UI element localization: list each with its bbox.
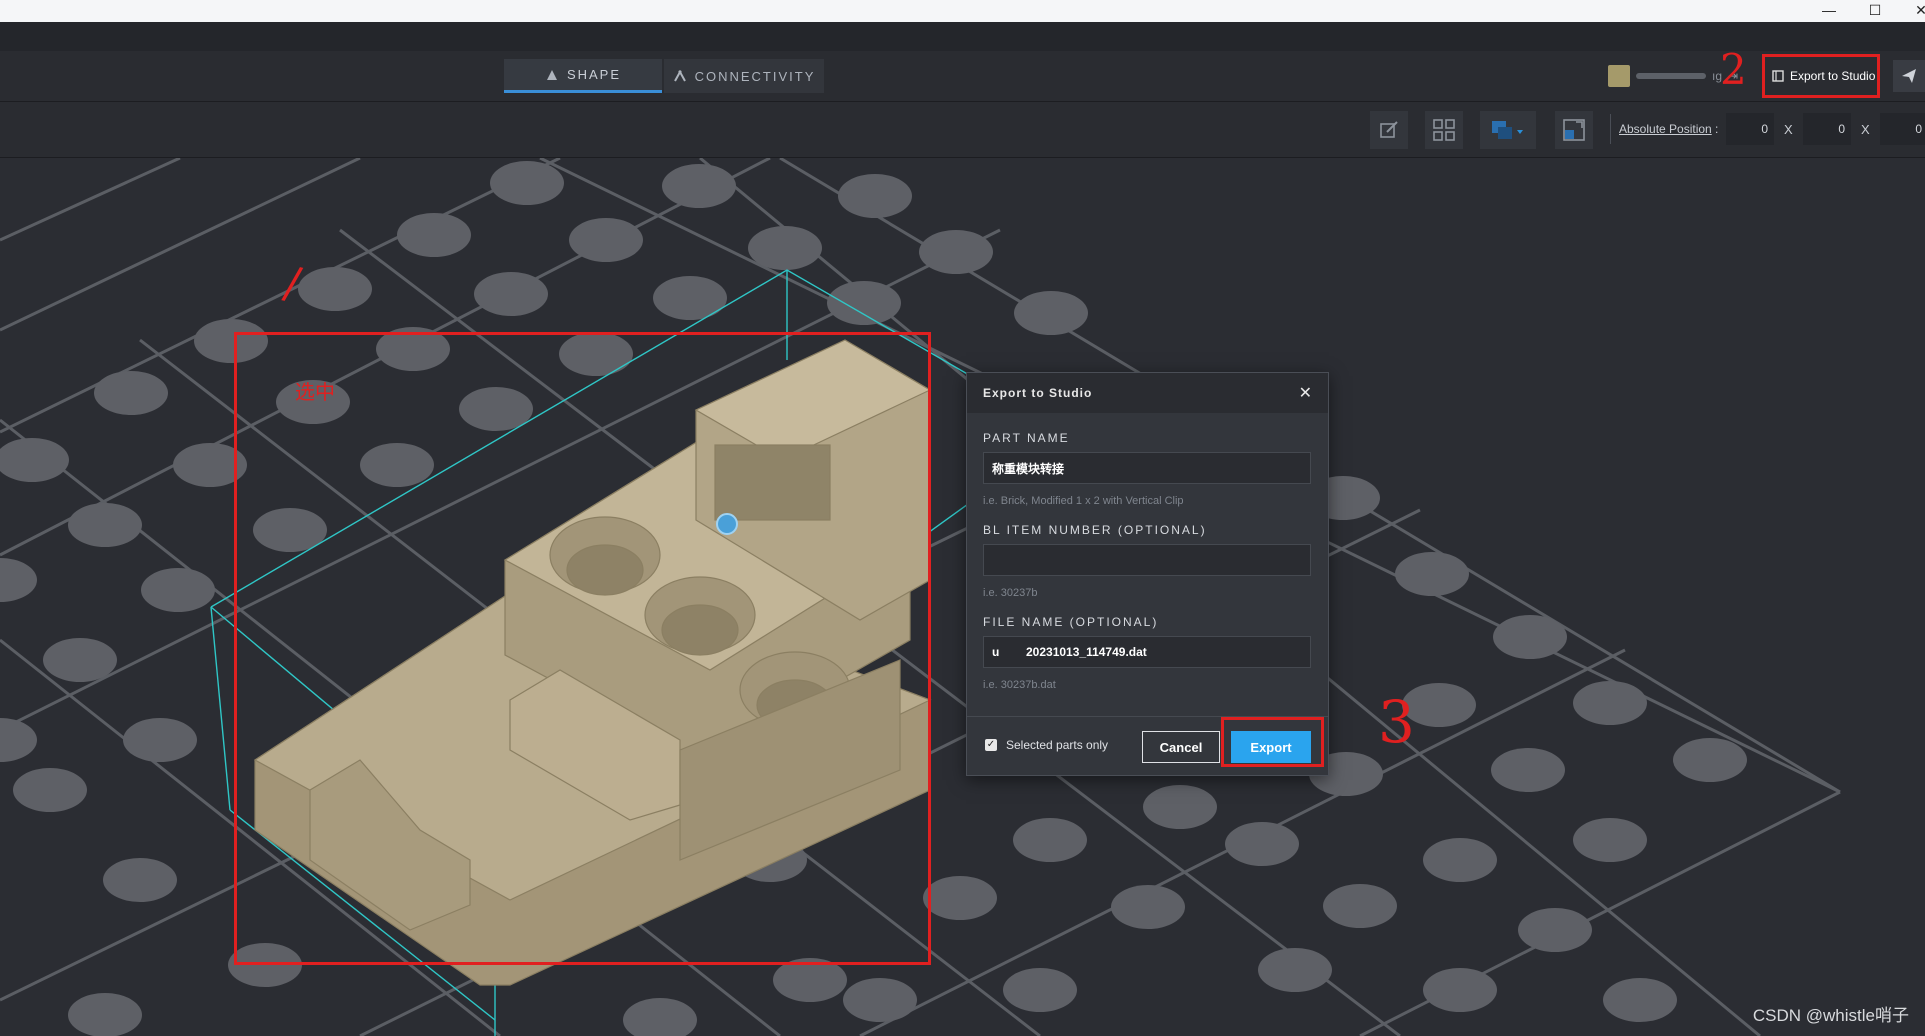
send-icon [1902, 69, 1916, 83]
selected-only-checkbox[interactable]: ✓ [985, 739, 997, 751]
fit-view-button[interactable] [1555, 111, 1593, 149]
maximize-button[interactable]: ☐ [1852, 0, 1898, 22]
annotation-box-selection [234, 332, 931, 965]
part-name-label: PART NAME [983, 431, 1070, 445]
edit-icon [1380, 121, 1398, 138]
tab-shape[interactable]: SHAPE [504, 59, 662, 93]
user-area: ıg ⇥ [1608, 65, 1738, 87]
grid-view-button[interactable] [1425, 111, 1463, 149]
window-titlebar: — ☐ ✕ [0, 0, 1925, 22]
file-name-input[interactable]: u 20231013_114749.dat [983, 636, 1311, 668]
part-name-hint: i.e. Brick, Modified 1 x 2 with Vertical… [983, 495, 1184, 507]
selected-only-label[interactable]: Selected parts only [1006, 738, 1108, 752]
watermark: CSDN @whistle哨子 [1752, 1006, 1909, 1025]
position-y-input[interactable]: 0 [1803, 113, 1851, 145]
annotation-box-export-dialog-button [1221, 717, 1324, 767]
avatar[interactable] [1608, 65, 1630, 87]
bl-item-label: BL ITEM NUMBER (OPTIONAL) [983, 523, 1207, 537]
minimize-button[interactable]: — [1806, 0, 1852, 22]
tab-connectivity-label: CONNECTIVITY [694, 68, 816, 84]
bl-item-input[interactable] [983, 544, 1311, 576]
menu-strip [0, 22, 1925, 52]
layers-icon [1492, 121, 1523, 139]
annotation-mark-3: 3 [1378, 688, 1415, 756]
dialog-header: Export to Studio ✕ [967, 373, 1328, 413]
absolute-position-label[interactable]: Absolute Position [1619, 122, 1712, 136]
tab-connectivity[interactable]: CONNECTIVITY [664, 59, 824, 93]
annotation-mark-2: 2 [1720, 45, 1747, 94]
annotation-box-export-button [1762, 54, 1880, 98]
edit-tool-button[interactable] [1370, 111, 1408, 149]
toolbar-divider [1610, 114, 1611, 144]
tab-shape-label: SHAPE [566, 67, 622, 82]
part-name-input[interactable]: 称重模块转接 [983, 452, 1311, 484]
annotation-selected-label: 选中 [295, 380, 335, 404]
cancel-button[interactable]: Cancel [1142, 731, 1220, 763]
grid-icon [1433, 119, 1455, 141]
top-bar: SHAPE CONNECTIVITY ıg ⇥ Export to Studio [0, 51, 1925, 102]
file-name-hint: i.e. 30237b.dat [983, 679, 1056, 691]
bl-item-hint: i.e. 30237b [983, 587, 1038, 599]
username-redacted [1636, 73, 1706, 79]
export-dialog: Export to Studio ✕ PART NAME 称重模块转接 i.e.… [966, 372, 1329, 776]
connectivity-icon [673, 70, 686, 82]
close-icon[interactable]: ✕ [1299, 383, 1312, 403]
position-separator-2: X [1861, 122, 1870, 137]
position-z-input[interactable]: 0 [1880, 113, 1925, 145]
position-x-input[interactable]: 0 [1726, 113, 1774, 145]
file-name-label: FILE NAME (OPTIONAL) [983, 615, 1159, 629]
shape-icon [546, 69, 557, 80]
position-separator-1: X [1784, 122, 1793, 137]
fit-view-icon [1563, 119, 1585, 141]
view-toolbar: Absolute Position : 0 X 0 X 0 [0, 102, 1925, 158]
dialog-title: Export to Studio [983, 386, 1093, 400]
send-button[interactable] [1893, 60, 1925, 92]
position-colon: : [1715, 122, 1719, 136]
3d-viewport[interactable]: / 选中 3 [0, 158, 1925, 1036]
display-mode-dropdown[interactable] [1480, 111, 1536, 149]
close-window-button[interactable]: ✕ [1898, 0, 1925, 22]
